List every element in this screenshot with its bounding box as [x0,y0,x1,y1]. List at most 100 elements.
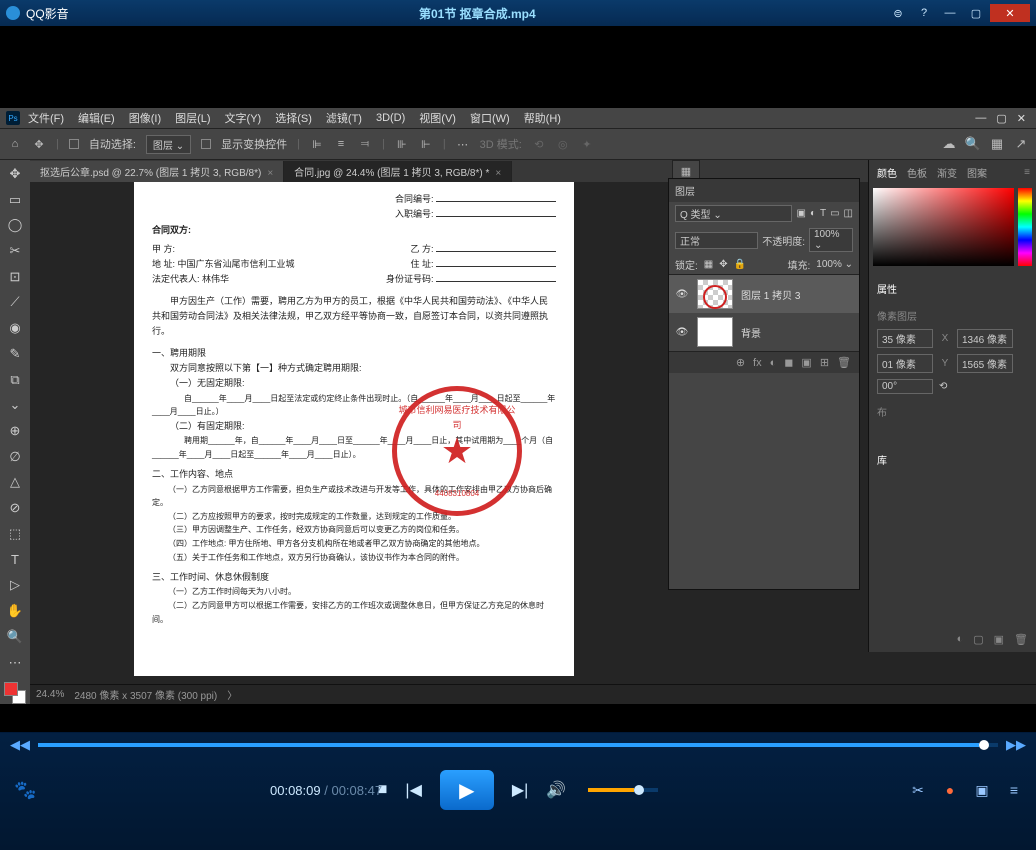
prop-x[interactable]: 1346 像素 [957,329,1013,348]
autoselect-target[interactable]: 图层 ⌄ [146,135,191,154]
menu-view[interactable]: 视图(V) [419,110,456,126]
opacity-value[interactable]: 100% ⌄ [809,228,853,252]
path-tool[interactable]: ▷ [5,576,25,596]
edit-toolbar[interactable]: ⋯ [5,653,25,673]
seek-back-button[interactable]: ◀◀ [10,737,30,753]
footprint-icon[interactable]: 🐾 [14,780,36,801]
link-icon[interactable]: ⊕ [736,356,745,369]
panel-menu-icon[interactable]: ≡ [1024,167,1030,178]
align-right-icon[interactable]: ⫤ [358,137,372,151]
group-icon[interactable]: ▣ [801,356,811,369]
eraser-tool[interactable]: ⊕ [5,421,25,441]
layer-item-1[interactable]: 👁 图层 1 拷贝 3 [669,275,859,313]
panel-icon-2[interactable]: ▢ [973,633,983,646]
dock-icon-1[interactable]: ▦ [681,165,691,178]
3d-icon-1[interactable]: ⟲ [532,137,546,151]
menu-edit[interactable]: 编辑(E) [78,110,115,126]
tab-properties[interactable]: 属性 [877,281,897,296]
fg-bg-colors[interactable] [4,682,26,704]
zoom-level[interactable]: 24.4% [36,689,64,700]
share-icon[interactable]: ↗ [1014,137,1028,151]
filter-img-icon[interactable]: ▣ [796,208,805,219]
prev-button[interactable]: |◀ [405,780,421,800]
more-icon[interactable]: ⋯ [456,137,470,151]
3d-icon-3[interactable]: ✦ [580,137,594,151]
snip-button[interactable]: ✂ [908,780,928,800]
history-brush-tool[interactable]: ⌄ [5,395,25,415]
menu-file[interactable]: 文件(F) [28,110,64,126]
ps-close-button[interactable]: ✕ [1017,112,1026,125]
blend-mode[interactable]: 正常 [675,232,758,249]
layer-filter-kind[interactable]: Q 类型 ⌄ [675,205,792,222]
prop-h[interactable]: 01 像素 [877,354,933,373]
doc-tab-2[interactable]: 合同.jpg @ 24.4% (图层 1 拷贝 3, RGB/8*) *× [284,161,512,182]
play-button[interactable]: ▶ [440,770,494,810]
prop-w[interactable]: 35 像素 [877,329,933,348]
cloud-icon[interactable]: ☁ [942,137,956,151]
filter-shape-icon[interactable]: ▭ [830,208,839,219]
align-center-icon[interactable]: ≡ [334,137,348,151]
frame-tool[interactable]: ⊡ [5,267,25,287]
volume-slider[interactable] [588,788,658,792]
flip-icon[interactable]: ⟲ [939,381,947,392]
visibility-icon[interactable]: 👁 [675,327,689,338]
fullscreen-button[interactable]: ▣ [972,780,992,800]
tab-swatch[interactable]: 色板 [907,165,927,180]
zoom-tool[interactable]: 🔍 [5,627,25,647]
seek-bar[interactable] [38,743,998,747]
clone-tool[interactable]: ⧉ [5,370,25,390]
volume-icon[interactable]: 🔊 [546,780,566,800]
workspace-icon[interactable]: ▦ [990,137,1004,151]
menu-image[interactable]: 图像(I) [129,110,161,126]
blur-tool[interactable]: △ [5,473,25,493]
panel-icon-3[interactable]: ▣ [994,633,1004,646]
distribute-v-icon[interactable]: ⊩ [419,137,433,151]
healing-tool[interactable]: ◉ [5,318,25,338]
tab-color[interactable]: 颜色 [877,165,897,180]
mask-icon[interactable]: ◐ [770,357,777,369]
color-picker[interactable] [869,184,1036,270]
dodge-tool[interactable]: ⊘ [5,498,25,518]
crop-tool[interactable]: ✂ [5,241,25,261]
menu-type[interactable]: 文字(Y) [225,110,262,126]
gradient-tool[interactable]: ∅ [5,447,25,467]
help-icon[interactable]: ? [912,4,936,22]
lock-pixels-icon[interactable]: ▦ [704,259,713,270]
adjustment-icon[interactable]: ◼ [784,356,793,369]
distribute-h-icon[interactable]: ⊪ [395,137,409,151]
close-button[interactable]: ✕ [990,4,1030,22]
layer-item-2[interactable]: 👁 背景 [669,313,859,351]
menu-filter[interactable]: 滤镜(T) [326,110,362,126]
menu-layer[interactable]: 图层(L) [175,110,210,126]
marquee-tool[interactable]: ▭ [5,190,25,210]
tab-pattern[interactable]: 图案 [967,165,987,180]
filter-type-icon[interactable]: T [820,208,826,219]
next-button[interactable]: ▶| [512,780,528,800]
lock-position-icon[interactable]: ✥ [719,259,727,270]
hue-slider[interactable] [1018,188,1032,266]
ps-min-button[interactable]: — [975,112,986,125]
autoselect-checkbox[interactable] [69,139,79,149]
fx-icon[interactable]: fx [753,357,762,369]
trash-icon[interactable]: 🗑 [837,356,851,369]
minimize-button[interactable]: — [938,4,962,22]
prop-angle[interactable]: 00° [877,379,933,394]
tab-gradient[interactable]: 渐变 [937,165,957,180]
fill-value[interactable]: 100% ⌄ [816,259,853,270]
eyedropper-tool[interactable]: ⟋ [5,293,25,313]
align-left-icon[interactable]: ⊫ [310,137,324,151]
move-tool[interactable]: ✥ [5,164,25,184]
brush-tool[interactable]: ✎ [5,344,25,364]
filter-adj-icon[interactable]: ◐ [810,208,816,219]
tab-library[interactable]: 库 [877,452,887,467]
chat-icon[interactable]: ⊜ [886,4,910,22]
search-icon[interactable]: 🔍 [966,137,980,151]
panel-icon-4[interactable]: 🗑 [1014,633,1028,646]
visibility-icon[interactable]: 👁 [675,289,689,300]
doc-tab-1[interactable]: 抠选后公章.psd @ 22.7% (图层 1 拷贝 3, RGB/8*)× [30,161,284,182]
prop-y[interactable]: 1565 像素 [957,354,1013,373]
seek-fwd-button[interactable]: ▶▶ [1006,737,1026,753]
move-tool-icon[interactable]: ✥ [32,137,46,151]
color-field[interactable] [873,188,1014,266]
home-icon[interactable]: ⌂ [8,137,22,151]
